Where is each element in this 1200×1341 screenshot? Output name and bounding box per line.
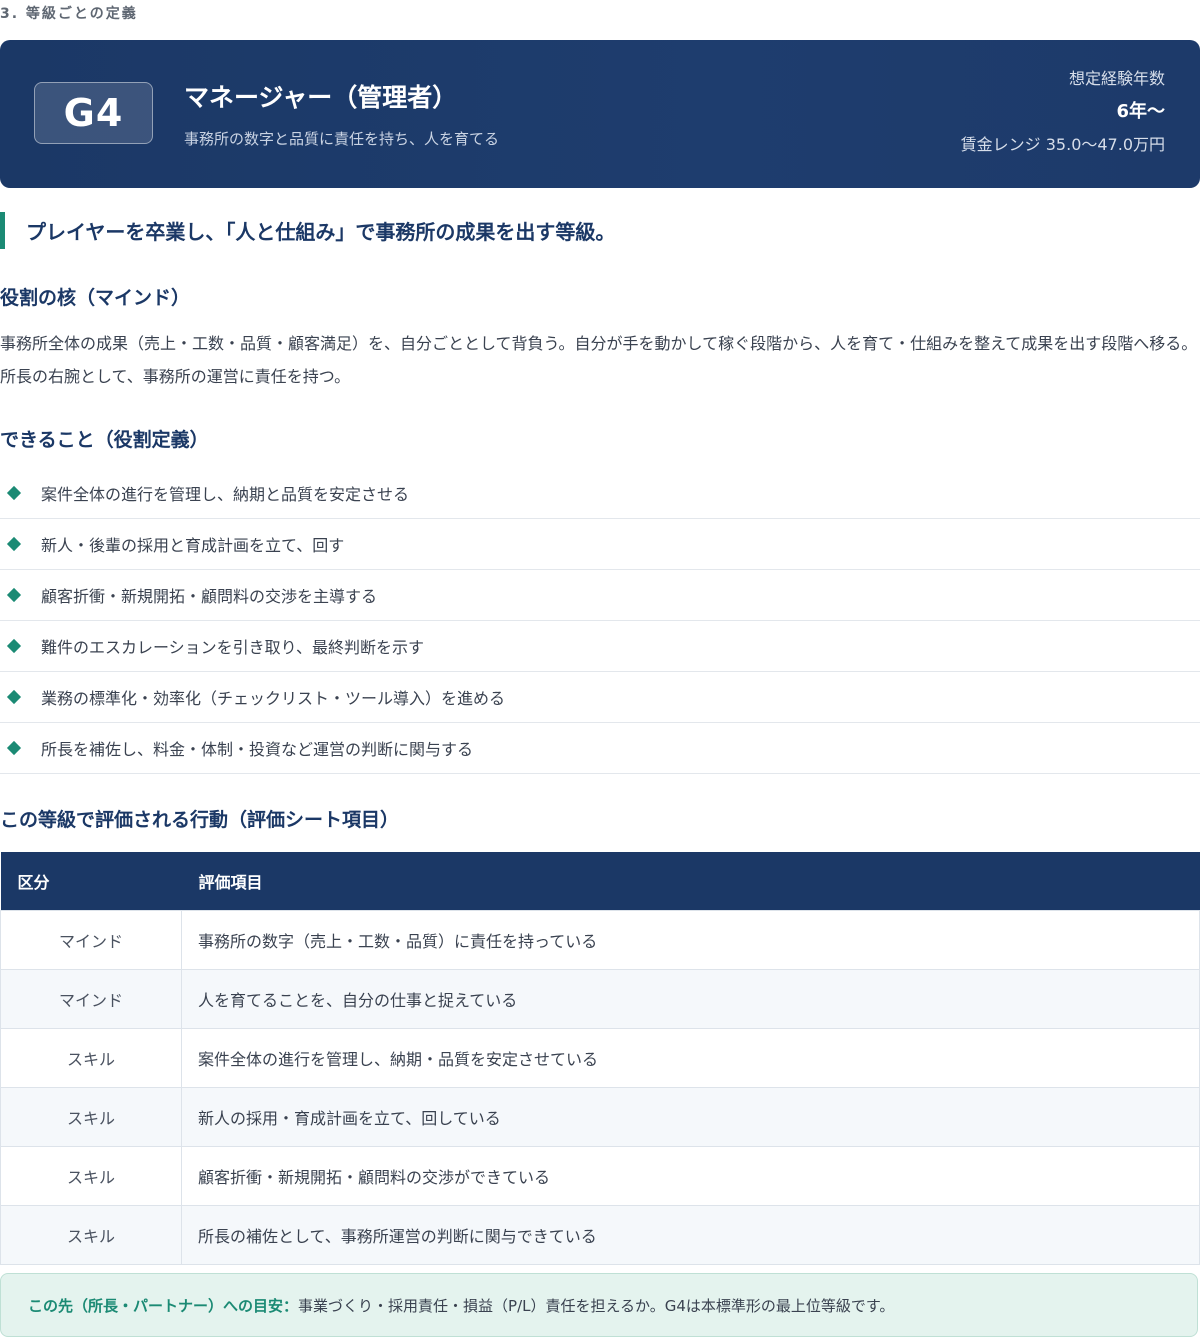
category-cell: スキル (0, 1205, 182, 1265)
list-item-text: 案件全体の進行を管理し、納期と品質を安定させる (41, 485, 410, 504)
column-header-item: 評価項目 (181, 852, 1200, 911)
list-item: 所長を補佐し、料金・体制・投資など運営の判断に関与する (0, 723, 1200, 774)
item-cell: 案件全体の進行を管理し、納期・品質を安定させている (181, 1028, 1200, 1088)
table-row: スキル 新人の採用・育成計画を立て、回している (0, 1087, 1200, 1147)
table-row: スキル 案件全体の進行を管理し、納期・品質を安定させている (0, 1028, 1200, 1088)
next-step-note: この先（所長・パートナー）への目安： 事業づくり・採用責任・損益（P/L）責任を担… (0, 1273, 1198, 1337)
list-item: 顧客折衝・新規開拓・顧問料の交渉を主導する (0, 570, 1200, 621)
wage-range: 賃金レンジ 35.0〜47.0万円 (960, 135, 1165, 154)
item-cell: 所長の補佐として、事務所運営の判断に関与できている (181, 1205, 1200, 1265)
mind-heading: 役割の核（マインド） (0, 287, 191, 309)
item-cell: 事務所の数字（売上・工数・品質）に責任を持っている (181, 910, 1200, 970)
list-item-text: 所長を補佐し、料金・体制・投資など運営の判断に関与する (41, 740, 474, 759)
diamond-bullet-icon (6, 689, 22, 705)
grade-banner: G4 マネージャー（管理者） 事務所の数字と品質に責任を持ち、人を育てる 想定経… (0, 40, 1200, 188)
list-item: 案件全体の進行を管理し、納期と品質を安定させる (0, 468, 1200, 519)
grade-subtitle: 事務所の数字と品質に責任を持ち、人を育てる (184, 130, 500, 148)
list-item-text: 顧客折衝・新規開拓・顧問料の交渉を主導する (41, 587, 378, 606)
category-cell: マインド (0, 910, 182, 970)
item-cell: 顧客折衝・新規開拓・顧問料の交渉ができている (181, 1146, 1200, 1206)
experience-label: 想定経験年数 (1068, 69, 1165, 88)
item-cell: 人を育てることを、自分の仕事と捉えている (181, 969, 1200, 1029)
diamond-bullet-icon (6, 536, 22, 552)
diamond-bullet-icon (6, 740, 22, 756)
lead-statement: プレイヤーを卒業し、「人と仕組み」で事務所の成果を出す等級。 (0, 212, 615, 249)
item-cell: 新人の採用・育成計画を立て、回している (181, 1087, 1200, 1147)
category-cell: スキル (0, 1146, 182, 1206)
table-row: スキル 顧客折衝・新規開拓・顧問料の交渉ができている (0, 1146, 1200, 1206)
diamond-bullet-icon (6, 485, 22, 501)
table-row: マインド 事務所の数字（売上・工数・品質）に責任を持っている (0, 910, 1200, 970)
category-cell: スキル (0, 1028, 182, 1088)
note-label: この先（所長・パートナー）への目安： (28, 1296, 299, 1315)
grade-badge: G4 (34, 82, 153, 144)
evaluation-table: 区分 評価項目 マインド 事務所の数字（売上・工数・品質）に責任を持っている マ… (0, 852, 1200, 1265)
category-cell: スキル (0, 1087, 182, 1147)
table-row: スキル 所長の補佐として、事務所運営の判断に関与できている (0, 1205, 1200, 1265)
table-row: マインド 人を育てることを、自分の仕事と捉えている (0, 969, 1200, 1029)
grade-meta: 想定経験年数 6年〜 賃金レンジ 35.0〜47.0万円 (961, 68, 1165, 156)
table-header-row: 区分 評価項目 (0, 852, 1200, 911)
category-cell: マインド (0, 969, 182, 1029)
list-item-text: 業務の標準化・効率化（チェックリスト・ツール導入）を進める (41, 689, 506, 708)
list-item: 業務の標準化・効率化（チェックリスト・ツール導入）を進める (0, 672, 1200, 723)
note-text: 事業づくり・採用責任・損益（P/L）責任を担えるか。G4は本標準形の最上位等級で… (298, 1296, 895, 1315)
list-item-text: 難件のエスカレーションを引き取り、最終判断を示す (41, 638, 425, 657)
mind-text: 事務所全体の成果（売上・工数・品質・顧客満足）を、自分ごととして背負う。自分が手… (0, 334, 1198, 386)
evaluation-heading: この等級で評価される行動（評価シート項目） (0, 809, 400, 831)
list-item: 難件のエスカレーションを引き取り、最終判断を示す (0, 621, 1200, 672)
column-header-category: 区分 (0, 852, 182, 911)
experience-value: 6年〜 (1116, 101, 1165, 122)
abilities-list: 案件全体の進行を管理し、納期と品質を安定させる 新人・後輩の採用と育成計画を立て… (0, 468, 1200, 774)
diamond-bullet-icon (6, 638, 22, 654)
abilities-heading: できること（役割定義） (0, 429, 209, 451)
grade-title: マネージャー（管理者） (184, 83, 458, 112)
list-item: 新人・後輩の採用と育成計画を立て、回す (0, 519, 1200, 570)
list-item-text: 新人・後輩の採用と育成計画を立て、回す (41, 536, 345, 555)
section-label: 3. 等級ごとの定義 (0, 6, 138, 22)
diamond-bullet-icon (6, 587, 22, 603)
